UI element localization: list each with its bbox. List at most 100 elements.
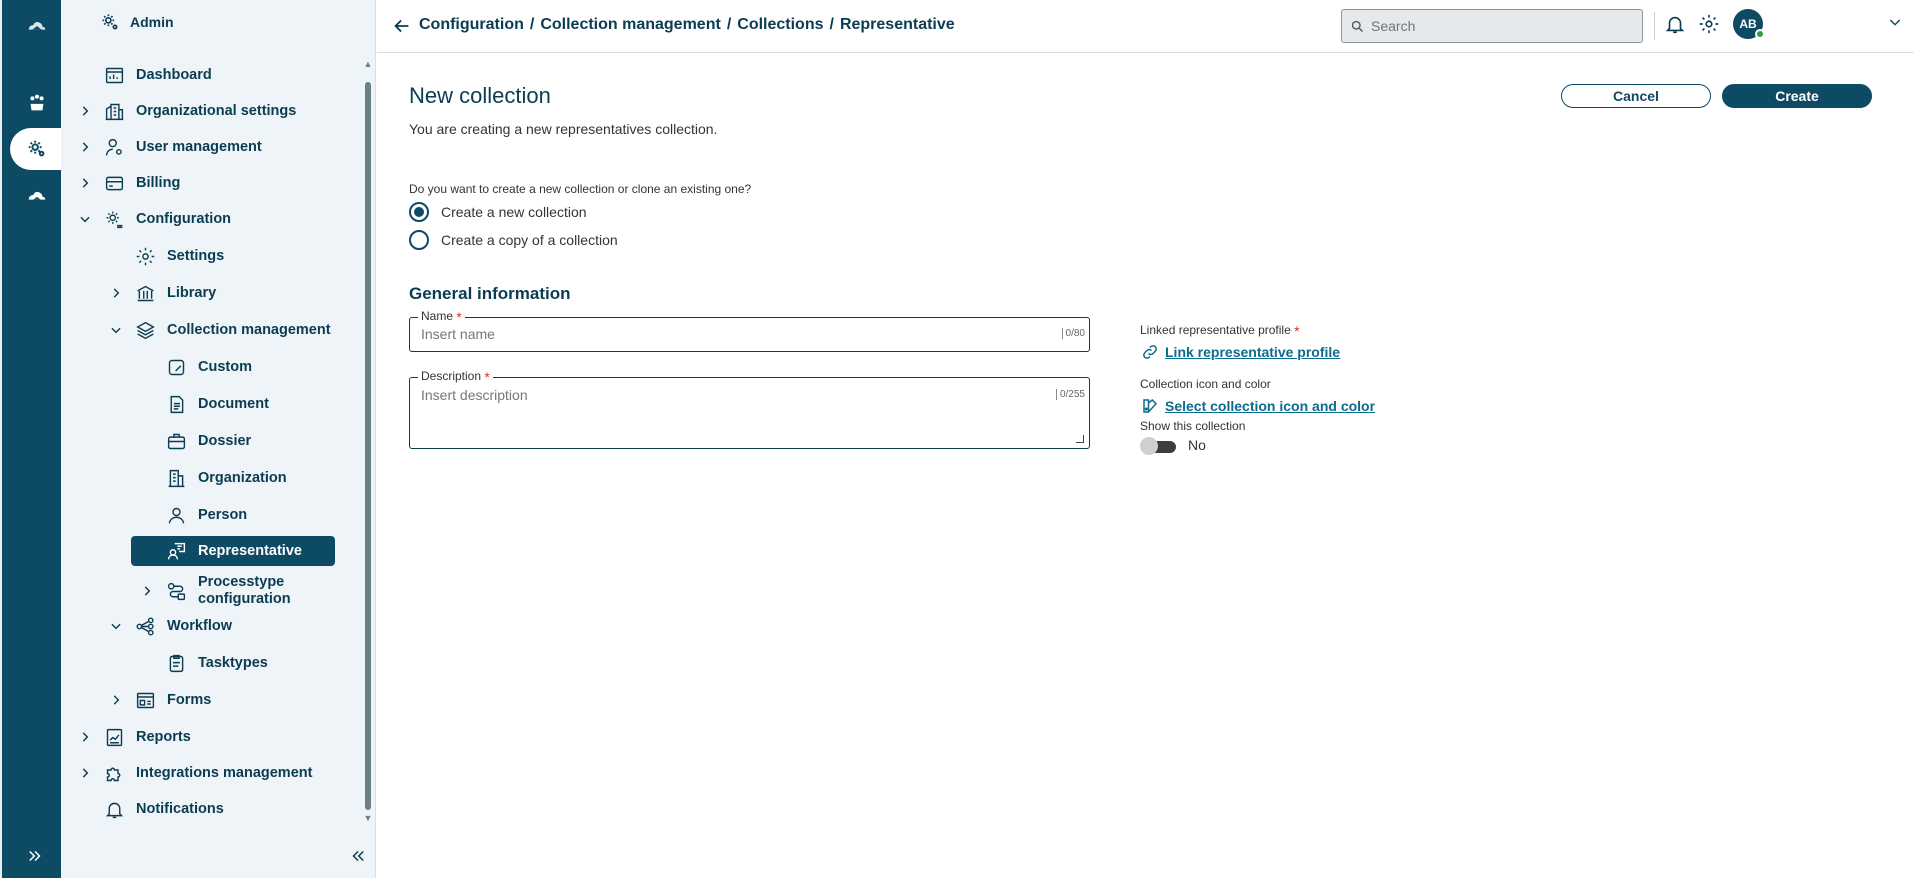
sidebar-item-label: Settings <box>167 248 225 264</box>
scroll-up-arrow[interactable]: ▲ <box>363 60 373 69</box>
sidebar-item-processtype-configuration[interactable]: Processtype configuration <box>61 574 351 608</box>
breadcrumb-collections[interactable]: Collections <box>737 16 823 34</box>
sidebar-item-tasktypes[interactable]: Tasktypes <box>61 648 351 678</box>
user-menu-chevron-icon[interactable] <box>1887 14 1903 30</box>
chevron-right-icon[interactable] <box>139 583 155 599</box>
chevron-down-icon[interactable] <box>108 322 124 338</box>
sidebar-item-organizational-settings[interactable]: Organizational settings <box>61 96 351 126</box>
paw-icon[interactable] <box>10 82 63 124</box>
expand-rail-icon[interactable] <box>24 846 46 866</box>
notifications-bell-icon[interactable] <box>1662 11 1688 37</box>
sidebar-item-label: Person <box>198 507 248 523</box>
sidebar-item-custom[interactable]: Custom <box>61 352 351 382</box>
chevron-right-icon[interactable] <box>77 103 93 119</box>
required-marker: * <box>456 309 462 325</box>
search-input[interactable] <box>1371 18 1621 34</box>
settings-gear-icon <box>134 245 156 267</box>
sidebar-item-dossier[interactable]: Dossier <box>61 426 351 456</box>
document-icon <box>165 393 187 415</box>
sidebar-item-billing[interactable]: Billing <box>61 168 351 198</box>
admin-gear-icon[interactable] <box>10 128 63 170</box>
chevron-right-icon[interactable] <box>77 175 93 191</box>
link-label: Select collection icon and color <box>1165 398 1376 414</box>
show-collection-value: No <box>1188 437 1206 453</box>
back-arrow-icon[interactable] <box>391 15 413 37</box>
cancel-button[interactable]: Cancel <box>1561 84 1711 108</box>
chevron-right-icon[interactable] <box>77 139 93 155</box>
sidebar-item-notifications[interactable]: Notifications <box>61 794 351 824</box>
cloud-icon[interactable] <box>10 174 63 216</box>
description-textarea[interactable] <box>421 387 1021 437</box>
sidebar-item-organization[interactable]: Organization <box>61 463 351 493</box>
link-representative-profile-link[interactable]: Link representative profile <box>1141 343 1340 361</box>
show-collection-label: Show this collection <box>1140 419 1246 433</box>
sidebar-item-label: Custom <box>198 359 252 375</box>
breadcrumb-configuration[interactable]: Configuration <box>419 16 524 34</box>
toggle-knob <box>1140 437 1158 455</box>
chevron-down-icon[interactable] <box>77 211 93 227</box>
sidebar-item-label: Integrations management <box>136 765 313 781</box>
chevron-down-icon[interactable] <box>108 618 124 634</box>
breadcrumb-separator: / <box>829 16 834 33</box>
representative-icon <box>165 540 187 562</box>
bell-icon <box>103 798 125 820</box>
create-button[interactable]: Create <box>1722 84 1872 108</box>
select-icon-color-link[interactable]: Select collection icon and color <box>1141 397 1375 415</box>
sidebar-item-dashboard[interactable]: Dashboard <box>61 60 351 90</box>
sidebar-item-label: Workflow <box>167 618 232 634</box>
sidebar-item-collection-management[interactable]: Collection management <box>61 315 351 345</box>
sidebar-item-reports[interactable]: Reports <box>61 722 351 752</box>
scroll-down-arrow[interactable]: ▼ <box>363 814 373 823</box>
linked-profile-label: Linked representative profile * <box>1140 323 1300 339</box>
sidebar-item-user-management[interactable]: User management <box>61 132 351 162</box>
name-field-label: Name * <box>418 309 465 325</box>
sidebar-item-label: Collection management <box>167 322 331 338</box>
user-settings-icon <box>103 136 125 158</box>
radio-create-copy[interactable]: Create a copy of a collection <box>409 230 618 250</box>
building-icon <box>103 100 125 122</box>
sidebar-header-label: Admin <box>130 14 174 30</box>
sidebar-item-label: Reports <box>136 729 191 745</box>
sidebar-item-integrations-management[interactable]: Integrations management <box>61 758 351 788</box>
chevron-right-icon[interactable] <box>77 729 93 745</box>
clipboard-icon <box>165 652 187 674</box>
radio-button-selected[interactable] <box>409 202 429 222</box>
sidebar-item-library[interactable]: Library <box>61 278 351 308</box>
sidebar-scrollbar[interactable] <box>365 82 371 810</box>
breadcrumb-collection-management[interactable]: Collection management <box>540 16 720 34</box>
sidebar-item-label: Tasktypes <box>198 655 268 671</box>
chevron-right-icon[interactable] <box>108 692 124 708</box>
page-title: New collection <box>409 83 551 108</box>
radio-create-new[interactable]: Create a new collection <box>409 202 587 222</box>
textarea-resize-handle[interactable] <box>1076 435 1084 443</box>
layers-icon <box>134 319 156 341</box>
sidebar-item-forms[interactable]: Forms <box>61 685 351 715</box>
required-marker: * <box>1294 323 1300 339</box>
form-icon <box>134 689 156 711</box>
chevron-right-icon[interactable] <box>108 285 124 301</box>
breadcrumb-representative: Representative <box>839 16 955 33</box>
cloud-logo-icon[interactable] <box>10 5 63 47</box>
sidebar-item-label: Processtype configuration <box>198 574 291 607</box>
icon-rail <box>0 0 63 878</box>
sidebar-item-document[interactable]: Document <box>61 389 351 419</box>
sidebar-item-settings[interactable]: Settings <box>61 241 351 271</box>
sidebar-item-label: Billing <box>136 175 181 191</box>
page-subtitle: You are creating a new representatives c… <box>409 121 718 137</box>
sidebar-item-workflow[interactable]: Workflow <box>61 611 351 641</box>
online-status-dot <box>1755 29 1765 39</box>
chevron-right-icon[interactable] <box>77 765 93 781</box>
sidebar-item-configuration[interactable]: Configuration <box>61 204 351 234</box>
settings-gear-icon[interactable] <box>1696 11 1722 37</box>
collapse-sidebar-icon[interactable] <box>347 846 369 866</box>
sidebar-item-representative[interactable]: Representative <box>131 536 335 566</box>
search-box <box>1341 9 1643 43</box>
show-collection-toggle[interactable] <box>1140 437 1176 455</box>
radio-button[interactable] <box>409 230 429 250</box>
briefcase-icon <box>165 430 187 452</box>
name-input[interactable] <box>421 326 1021 342</box>
avatar-initials: AB <box>1739 17 1757 31</box>
sidebar-item-label: Dossier <box>198 433 252 449</box>
sidebar-item-person[interactable]: Person <box>61 500 351 530</box>
sidebar-item-label: Forms <box>167 692 212 708</box>
